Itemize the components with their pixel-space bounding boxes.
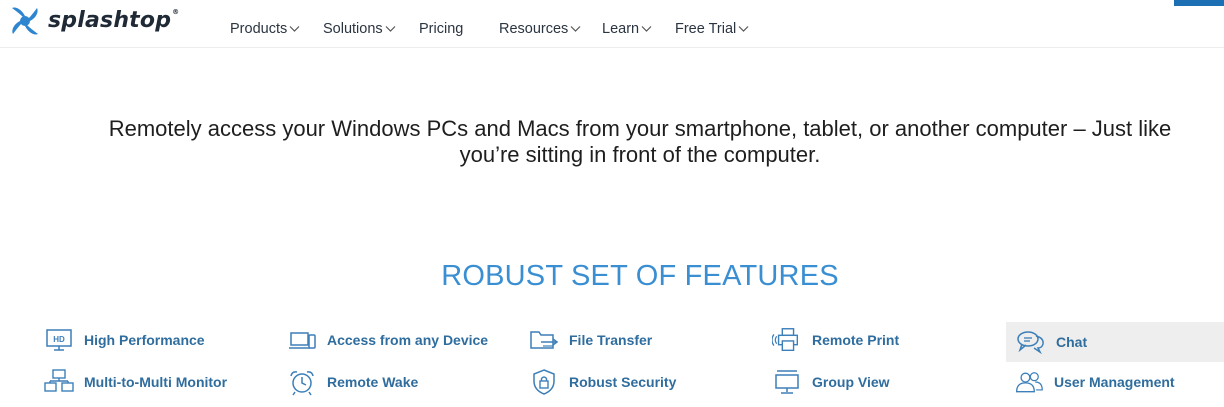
nav-solutions-label: Solutions [323, 21, 383, 37]
hd-monitor-icon: HD [44, 325, 74, 355]
nav-products-label: Products [230, 21, 288, 37]
feature-label: Multi-to-Multi Monitor [84, 374, 228, 390]
nav-learn[interactable]: Learn [602, 20, 652, 38]
shield-lock-icon [529, 367, 559, 397]
feature-chat[interactable]: Chat [1006, 322, 1224, 362]
nav-products[interactable]: Products [230, 20, 300, 38]
printer-icon [772, 325, 802, 355]
alarm-clock-icon [287, 367, 317, 397]
feature-file-transfer[interactable]: File Transfer [529, 321, 759, 359]
feature-label: User Management [1054, 374, 1175, 390]
feature-user-management[interactable]: User Management [1014, 363, 1224, 401]
features-title: ROBUST SET OF FEATURES [441, 260, 839, 292]
nav-learn-label: Learn [602, 21, 640, 37]
multi-monitor-icon [44, 367, 74, 397]
feature-access-any-device[interactable]: Access from any Device [287, 321, 517, 359]
top-accent-button[interactable] [1174, 0, 1224, 6]
feature-remote-print[interactable]: Remote Print [772, 321, 1002, 359]
nav-resources[interactable]: Resources [499, 20, 581, 38]
chevron-down-icon [641, 26, 652, 32]
feature-high-performance[interactable]: HD High Performance [44, 321, 274, 359]
nav-free-trial[interactable]: Free Trial [675, 20, 749, 38]
feature-label: Remote Wake [327, 374, 419, 390]
feature-label: Group View [812, 374, 890, 390]
nav-free-trial-label: Free Trial [675, 21, 737, 37]
hero-line-1: Remotely access your Windows PCs and Mac… [108, 116, 1172, 141]
folder-transfer-icon [529, 325, 559, 355]
nav-solutions[interactable]: Solutions [323, 20, 396, 38]
users-icon [1014, 367, 1044, 397]
chevron-down-icon [570, 26, 581, 32]
nav-pricing[interactable]: Pricing [419, 20, 463, 38]
chat-bubbles-icon [1016, 327, 1046, 357]
chevron-down-icon [289, 26, 300, 32]
devices-icon [287, 325, 317, 355]
hero-line-2: you’re sitting in front of the computer. [459, 142, 821, 167]
chevron-down-icon [738, 26, 749, 32]
nav-pricing-label: Pricing [419, 21, 464, 37]
splashtop-logo[interactable]: splashtop® [6, 1, 179, 41]
chevron-down-icon [385, 26, 396, 32]
feature-group-view[interactable]: Group View [772, 363, 1002, 401]
logo-wordmark: splashtop® [48, 7, 180, 33]
feature-multi-monitor[interactable]: Multi-to-Multi Monitor [44, 363, 274, 401]
hero-tagline: Remotely access your Windows PCs and Mac… [40, 116, 1224, 168]
nav-resources-label: Resources [499, 21, 569, 37]
feature-label: Remote Print [812, 332, 900, 348]
feature-label: Robust Security [569, 374, 677, 390]
feature-label: File Transfer [569, 332, 653, 348]
svg-text:HD: HD [53, 335, 65, 344]
splashtop-logo-icon [12, 7, 38, 35]
site-header: splashtop® Products Solutions Pricing Re… [0, 0, 1224, 48]
feature-label: Access from any Device [327, 332, 489, 348]
feature-robust-security[interactable]: Robust Security [529, 363, 759, 401]
feature-remote-wake[interactable]: Remote Wake [287, 363, 517, 401]
feature-label: High Performance [84, 332, 205, 348]
group-view-icon [772, 367, 802, 397]
feature-label: Chat [1056, 334, 1088, 350]
